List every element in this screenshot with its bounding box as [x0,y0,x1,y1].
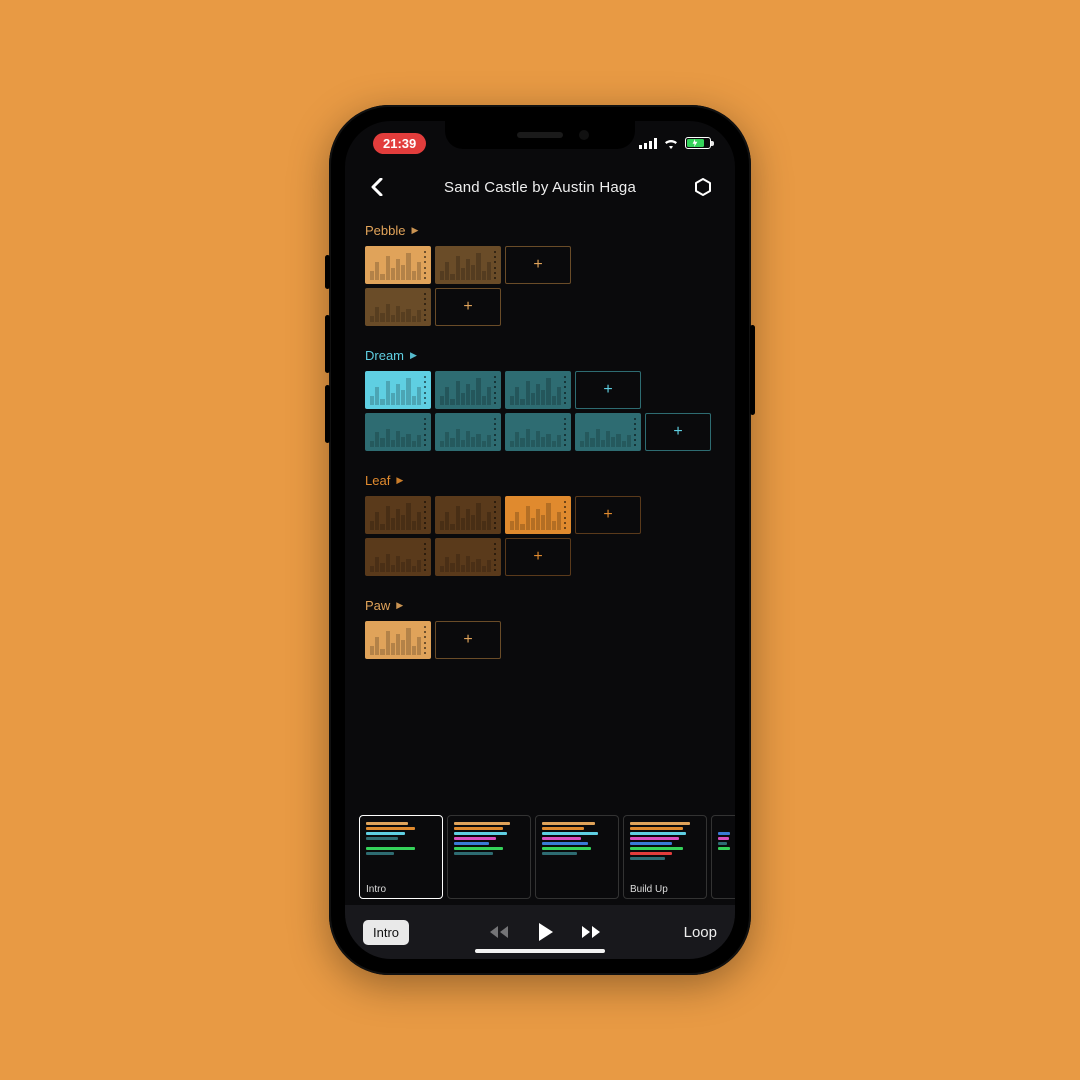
status-time: 21:39 [373,133,426,154]
scene-label [454,884,524,896]
add-clip-button[interactable]: + [645,413,711,451]
home-indicator[interactable] [475,949,605,953]
settings-button[interactable] [689,173,717,201]
nav-bar: Sand Castle by Austin Haga [345,165,735,209]
notch [445,121,635,149]
clip[interactable] [365,413,431,451]
current-scene-pill[interactable]: Intro [363,920,409,945]
phone-frame: 21:39 Sand Castle by Austin Haga [329,105,751,975]
track-title[interactable]: Leaf ▶ [365,473,723,488]
track-leaf: Leaf ▶ ++ [365,473,723,576]
scene-4[interactable]: Build Up [623,815,707,899]
scene-label: Build Up [630,884,700,896]
clip[interactable] [365,246,431,284]
add-clip-button[interactable]: + [505,538,571,576]
page-title: Sand Castle by Austin Haga [444,179,636,196]
scene-preview [366,822,436,882]
scene-preview [718,822,735,882]
bolt-icon [692,139,698,147]
triangle-right-icon: ▶ [411,225,418,236]
volume-up [325,315,330,373]
scene-preview [542,822,612,882]
back-button[interactable] [363,173,391,201]
scene-label: Intro [366,884,436,896]
track-name: Pebble [365,223,405,238]
clip[interactable] [435,246,501,284]
hexagon-icon [694,178,712,196]
clip[interactable] [505,413,571,451]
clip[interactable] [365,621,431,659]
clip[interactable] [575,413,641,451]
track-title[interactable]: Pebble ▶ [365,223,723,238]
track-title[interactable]: Dream ▶ [365,348,723,363]
scene-2[interactable] [447,815,531,899]
clip[interactable] [505,371,571,409]
chevron-left-icon [371,178,383,196]
clip[interactable] [435,538,501,576]
track-title[interactable]: Paw ▶ [365,598,723,613]
track-name: Leaf [365,473,390,488]
triangle-right-icon: ▶ [396,600,403,611]
clip[interactable] [435,371,501,409]
track-dream: Dream ▶ ++ [365,348,723,451]
battery-icon [685,137,711,149]
rewind-icon[interactable] [490,925,510,939]
scene-1[interactable]: Intro [359,815,443,899]
scene-preview [454,822,524,882]
signal-icon [639,138,657,149]
scene-5[interactable] [711,815,735,899]
add-clip-button[interactable]: + [575,496,641,534]
scene-label [718,884,735,896]
scene-preview [630,822,700,882]
clip-row: + [365,413,723,451]
clip-row: + [365,288,723,326]
clip-row: + [365,621,723,659]
transport-controls [490,923,602,941]
mute-switch [325,255,330,289]
triangle-right-icon: ▶ [410,350,417,361]
tracks-area[interactable]: Pebble▶++Dream▶++Leaf▶++Paw▶+ [345,209,735,809]
track-paw: Paw ▶ + [365,598,723,659]
add-clip-button[interactable]: + [435,288,501,326]
track-name: Dream [365,348,404,363]
scene-label [542,884,612,896]
power-button [750,325,755,415]
battery-fill [687,139,704,147]
track-pebble: Pebble ▶ ++ [365,223,723,326]
clip[interactable] [365,538,431,576]
screen: 21:39 Sand Castle by Austin Haga [345,121,735,959]
loop-button[interactable]: Loop [684,924,717,941]
add-clip-button[interactable]: + [575,371,641,409]
clip[interactable] [365,371,431,409]
clip-row: + [365,496,723,534]
play-icon[interactable] [538,923,554,941]
clip-row: + [365,246,723,284]
scene-3[interactable] [535,815,619,899]
clip-row: + [365,538,723,576]
add-clip-button[interactable]: + [435,621,501,659]
forward-icon[interactable] [582,925,602,939]
wifi-icon [663,138,679,149]
scenes-strip[interactable]: Intro Build Up [345,809,735,899]
clip[interactable] [505,496,571,534]
clip[interactable] [365,496,431,534]
clip[interactable] [435,496,501,534]
status-right [639,137,711,149]
clip[interactable] [435,413,501,451]
clip[interactable] [365,288,431,326]
add-clip-button[interactable]: + [505,246,571,284]
track-name: Paw [365,598,390,613]
volume-down [325,385,330,443]
clip-row: + [365,371,723,409]
triangle-right-icon: ▶ [396,475,403,486]
